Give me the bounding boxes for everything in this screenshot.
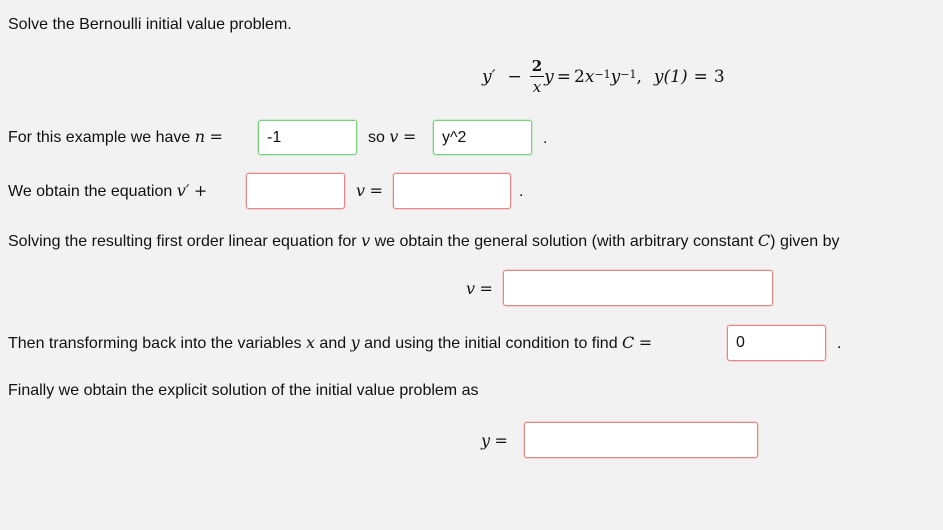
line-general-text: Solving the resulting first order linear…: [8, 231, 840, 251]
v-eq-text: v =: [356, 181, 383, 201]
eq-yprime: y′: [482, 67, 496, 87]
y-var-2: y: [481, 431, 491, 450]
v-eq-2: =: [369, 181, 383, 200]
v-var-4: v: [466, 279, 476, 298]
eq-ic-lhs: y(1): [653, 67, 688, 87]
line-final-text: Finally we obtain the explicit solution …: [8, 382, 479, 399]
v-eq-4: =: [479, 279, 493, 298]
c-text-after: and using the initial condition to find: [364, 335, 618, 352]
n-input[interactable]: [258, 120, 357, 155]
v-var-2: v: [356, 181, 366, 200]
rhs-input[interactable]: [393, 173, 511, 209]
eq-x: x: [584, 67, 595, 87]
c-input[interactable]: [727, 325, 826, 361]
period-3: .: [837, 335, 842, 352]
eq-minus: −: [507, 67, 522, 87]
eq-frac-num: 2: [529, 57, 545, 77]
v-var-1: v: [389, 127, 399, 146]
vprime-var: v′: [176, 181, 190, 200]
x-var: x: [305, 333, 315, 352]
final-solution-label: y =: [481, 431, 508, 451]
n-var: n: [194, 127, 206, 146]
c-text-before: Then transforming back into the variable…: [8, 335, 302, 352]
so-label: so: [368, 129, 385, 146]
eq-comma: ,: [636, 67, 642, 87]
general-text-before: Solving the resulting first order linear…: [8, 233, 357, 250]
general-solution-input[interactable]: [503, 270, 773, 306]
final-solution-input[interactable]: [524, 422, 758, 458]
y-eq: =: [494, 431, 508, 450]
line-c-text: Then transforming back into the variable…: [8, 333, 652, 353]
c-eq: =: [638, 333, 653, 352]
eq-equals: =: [556, 67, 572, 87]
problem-title: Solve the Bernoulli initial value proble…: [8, 16, 292, 33]
line-n-prefix: For this example we have: [8, 129, 191, 146]
eq-y2: y: [610, 67, 621, 87]
general-text-middle: we obtain the general solution (with arb…: [374, 233, 754, 250]
c-var-1: C: [757, 231, 771, 250]
eq-coef: 2: [574, 67, 585, 87]
eq-y: y: [544, 67, 554, 87]
eq-ic-eq: =: [693, 67, 708, 87]
coefficient-input[interactable]: [246, 173, 345, 209]
y-var-1: y: [350, 333, 360, 352]
plus-sign: +: [193, 181, 208, 200]
eq-fraction: 2 x: [529, 57, 545, 96]
so-v-text: so v =: [368, 127, 416, 147]
c-var-2: C: [622, 333, 635, 352]
v-var-3: v: [361, 231, 371, 250]
n-eq: =: [209, 127, 223, 146]
general-solution-label: v =: [466, 279, 493, 299]
period-2: .: [519, 183, 524, 200]
eq-y-exp: −1: [620, 67, 637, 81]
line-eq-text: We obtain the equation v′ +: [8, 181, 207, 201]
eq-ic-rhs: 3: [713, 67, 725, 87]
v-substitution-input[interactable]: [433, 120, 532, 155]
and-label: and: [319, 335, 347, 352]
eq-x-exp: −1: [594, 67, 611, 81]
general-text-after: ) given by: [770, 233, 840, 250]
period-1: .: [543, 130, 548, 147]
v-eq-1: =: [402, 127, 417, 146]
line-n-text: For this example we have n =: [8, 127, 223, 147]
bernoulli-equation: y′ − 2 x y = 2 x −1 y −1, y(1) = 3: [482, 52, 725, 102]
eq-frac-den: x: [532, 78, 542, 96]
line-eq-prefix: We obtain the equation: [8, 183, 173, 200]
